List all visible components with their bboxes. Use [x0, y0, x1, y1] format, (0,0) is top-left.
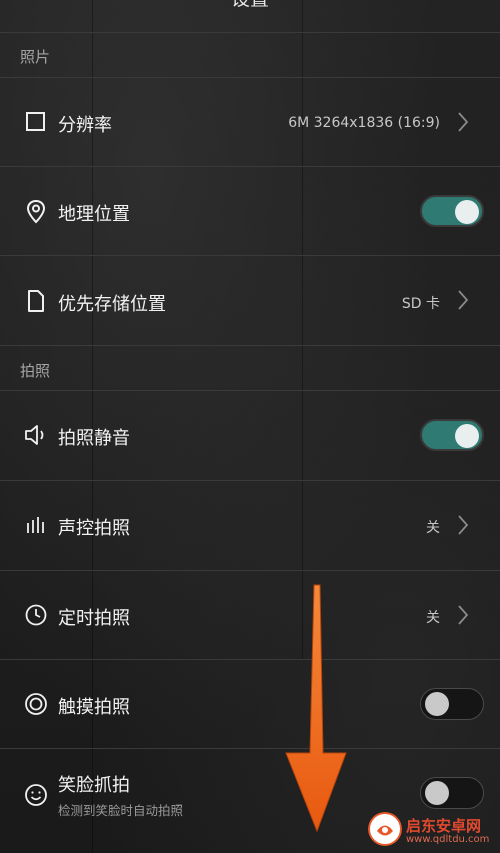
setting-label: 声控拍照 [58, 518, 130, 539]
setting-location[interactable]: 地理位置 [0, 167, 500, 255]
divider [0, 345, 500, 346]
toggle-knob [425, 781, 449, 805]
setting-label: 定时拍照 [58, 608, 130, 629]
mute-toggle[interactable] [420, 419, 484, 451]
setting-label: 拍照静音 [58, 428, 130, 449]
touch-circle-icon [23, 691, 49, 717]
file-icon [23, 288, 49, 314]
setting-label: 笑脸抓拍 [58, 775, 130, 796]
voice-bars-icon [23, 513, 49, 539]
section-header-photo: 照片 [20, 48, 51, 66]
setting-label: 地理位置 [58, 204, 130, 225]
setting-shutter-mute[interactable]: 拍照静音 [0, 391, 500, 480]
square-icon [23, 109, 49, 135]
setting-value: SD 卡 [401, 296, 440, 312]
toggle-knob [425, 692, 449, 716]
setting-value: 关 [426, 610, 440, 626]
setting-timer[interactable]: 定时拍照 关 [0, 571, 500, 659]
touch-toggle[interactable] [420, 688, 484, 720]
location-toggle[interactable] [420, 195, 484, 227]
setting-label: 触摸拍照 [58, 697, 130, 718]
watermark-text: 启东安卓网 [406, 817, 482, 835]
smile-icon [23, 782, 49, 808]
clock-icon [23, 602, 49, 628]
watermark-logo-icon [368, 812, 402, 846]
toggle-knob [455, 424, 479, 448]
chevron-right-icon [458, 605, 469, 625]
speaker-icon [23, 422, 49, 448]
setting-touch-capture[interactable]: 触摸拍照 [0, 660, 500, 748]
setting-voice-capture[interactable]: 声控拍照 关 [0, 481, 500, 570]
setting-description: 检测到笑脸时自动拍照 [58, 803, 184, 818]
page-title: 设置 [0, 0, 500, 11]
toggle-knob [455, 200, 479, 224]
watermark-url: www.qdltdu.com [406, 834, 490, 845]
setting-resolution[interactable]: 分辨率 6M 3264x1836 (16:9) [0, 78, 500, 166]
setting-label: 优先存储位置 [58, 294, 166, 315]
setting-label: 分辨率 [58, 115, 112, 136]
divider [0, 32, 500, 33]
setting-value: 6M 3264x1836 (16:9) [288, 115, 440, 131]
location-pin-icon [23, 198, 49, 224]
chevron-right-icon [458, 290, 469, 310]
down-arrow-annotation [285, 584, 347, 833]
chevron-right-icon [458, 112, 469, 132]
chevron-right-icon [458, 515, 469, 535]
setting-value: 关 [426, 520, 440, 536]
section-header-shoot: 拍照 [20, 362, 51, 380]
smile-toggle[interactable] [420, 777, 484, 809]
setting-storage[interactable]: 优先存储位置 SD 卡 [0, 256, 500, 345]
